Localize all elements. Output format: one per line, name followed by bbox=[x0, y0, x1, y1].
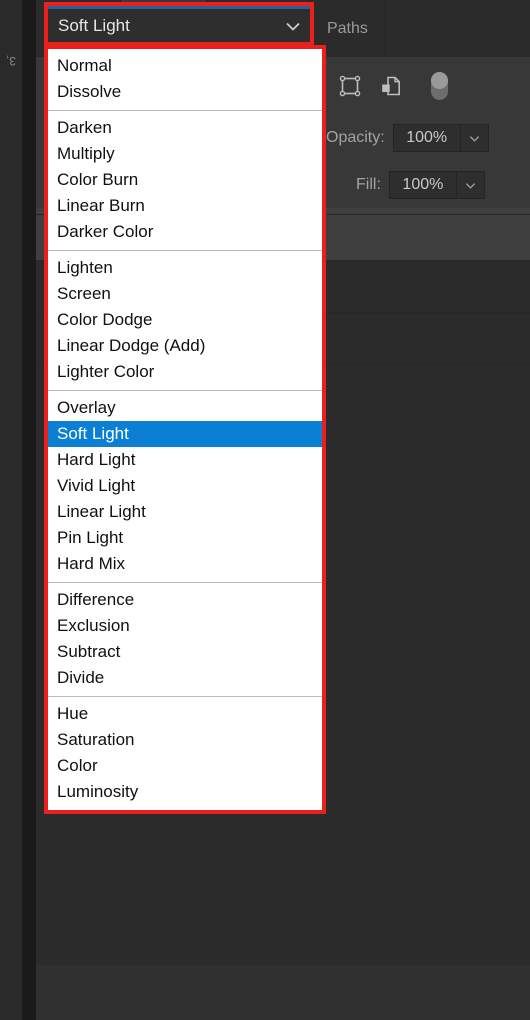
blend-mode-option-lighter-color[interactable]: Lighter Color bbox=[48, 359, 322, 385]
blend-mode-select[interactable]: Soft Light bbox=[44, 2, 314, 46]
blend-mode-option-hard-light[interactable]: Hard Light bbox=[48, 447, 322, 473]
blend-mode-option-subtract[interactable]: Subtract bbox=[48, 639, 322, 665]
photoshop-layers-panel-screenshot: 3, History Layers Channels Paths Kind bbox=[0, 0, 530, 1020]
fill-group: Fill: 100% bbox=[356, 171, 485, 199]
shape-layer-filter-icon[interactable] bbox=[338, 74, 362, 98]
fill-value-field[interactable]: 100% bbox=[388, 171, 457, 199]
left-gutter-outer bbox=[0, 0, 22, 1020]
blend-mode-group-contrast: Overlay Soft Light Hard Light Vivid Ligh… bbox=[48, 390, 322, 582]
blend-mode-option-exclusion[interactable]: Exclusion bbox=[48, 613, 322, 639]
blend-mode-option-linear-light[interactable]: Linear Light bbox=[48, 499, 322, 525]
blend-mode-option-soft-light[interactable]: Soft Light bbox=[48, 421, 322, 447]
left-edge-clipped-label: 3, bbox=[6, 54, 17, 68]
blend-mode-option-darken[interactable]: Darken bbox=[48, 115, 322, 141]
blend-mode-option-saturation[interactable]: Saturation bbox=[48, 727, 322, 753]
blend-mode-group-inversion: Difference Exclusion Subtract Divide bbox=[48, 582, 322, 696]
tab-bar-empty-space bbox=[385, 0, 530, 57]
filter-enable-toggle[interactable] bbox=[431, 72, 448, 100]
blend-mode-group-normal: Normal Dissolve bbox=[48, 49, 322, 110]
blend-mode-option-pin-light[interactable]: Pin Light bbox=[48, 525, 322, 551]
smart-object-filter-icon[interactable] bbox=[379, 74, 403, 98]
blend-mode-option-darker-color[interactable]: Darker Color bbox=[48, 219, 322, 245]
blend-mode-dropdown-list[interactable]: Normal Dissolve Darken Multiply Color Bu… bbox=[44, 45, 326, 814]
blend-mode-option-hue[interactable]: Hue bbox=[48, 701, 322, 727]
blend-mode-option-normal[interactable]: Normal bbox=[48, 53, 322, 79]
blend-mode-option-linear-burn[interactable]: Linear Burn bbox=[48, 193, 322, 219]
blend-mode-option-color[interactable]: Color bbox=[48, 753, 322, 779]
fill-label: Fill: bbox=[356, 176, 381, 193]
blend-mode-selected-value: Soft Light bbox=[58, 15, 130, 35]
blend-mode-option-screen[interactable]: Screen bbox=[48, 281, 322, 307]
blend-mode-option-dissolve[interactable]: Dissolve bbox=[48, 79, 322, 105]
blend-mode-option-luminosity[interactable]: Luminosity bbox=[48, 779, 322, 805]
blend-mode-group-component: Hue Saturation Color Luminosity bbox=[48, 696, 322, 810]
blend-mode-option-vivid-light[interactable]: Vivid Light bbox=[48, 473, 322, 499]
chevron-down-icon bbox=[284, 17, 302, 35]
left-gutter-inner bbox=[22, 0, 36, 1020]
blend-mode-option-divide[interactable]: Divide bbox=[48, 665, 322, 691]
blend-mode-option-lighten[interactable]: Lighten bbox=[48, 255, 322, 281]
blend-mode-option-overlay[interactable]: Overlay bbox=[48, 395, 322, 421]
fill-stepper-chevron-down-icon[interactable] bbox=[456, 171, 485, 199]
blend-mode-group-lighten: Lighten Screen Color Dodge Linear Dodge … bbox=[48, 250, 322, 390]
opacity-label: Opacity: bbox=[326, 129, 385, 146]
blend-mode-option-color-burn[interactable]: Color Burn bbox=[48, 167, 322, 193]
layers-panel: History Layers Channels Paths Kind bbox=[36, 0, 530, 1020]
blend-mode-option-hard-mix[interactable]: Hard Mix bbox=[48, 551, 322, 577]
blend-mode-option-linear-dodge-add[interactable]: Linear Dodge (Add) bbox=[48, 333, 322, 359]
opacity-group: Opacity: 100% bbox=[326, 124, 489, 152]
opacity-value-field[interactable]: 100% bbox=[392, 124, 461, 152]
blend-mode-group-darken: Darken Multiply Color Burn Linear Burn D… bbox=[48, 110, 322, 250]
blend-mode-option-color-dodge[interactable]: Color Dodge bbox=[48, 307, 322, 333]
blend-mode-option-difference[interactable]: Difference bbox=[48, 587, 322, 613]
blend-mode-option-multiply[interactable]: Multiply bbox=[48, 141, 322, 167]
opacity-stepper-chevron-down-icon[interactable] bbox=[460, 124, 489, 152]
